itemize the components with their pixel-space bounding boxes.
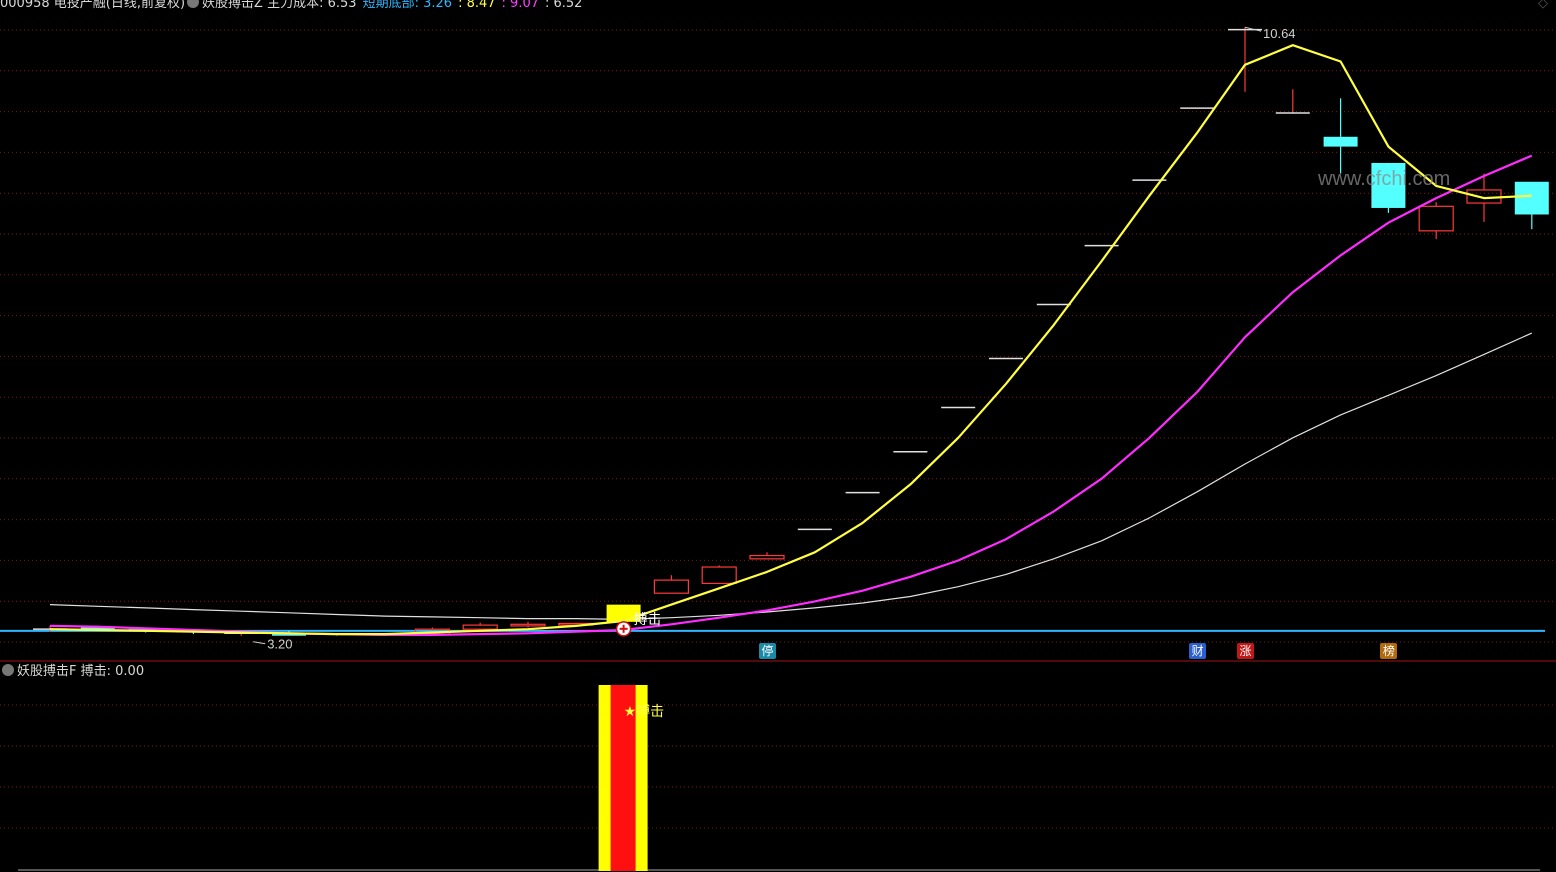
short-bottom-label: 短期底部 [362, 0, 415, 11]
ma-white-line [0, 332, 1545, 632]
candle-body [462, 624, 498, 630]
candle [1514, 181, 1549, 230]
value-magenta: : 9.07 [501, 0, 539, 11]
low-price-label: 3.20 [267, 637, 292, 652]
candle [701, 565, 737, 584]
candle [749, 552, 785, 560]
sub-indicator-label: 搏击 [80, 664, 107, 679]
candle-body [653, 579, 690, 594]
signal-label: 搏击 [634, 611, 662, 628]
value-white: : 6.52 [545, 0, 583, 11]
short-bottom-value: : 3.26 [414, 0, 453, 11]
event-tag[interactable]: 涨 [1237, 643, 1254, 659]
indicator-toggle-icon[interactable] [2, 664, 14, 676]
bottom-signal-label: ★搏击 [624, 703, 665, 720]
ma-yellow-line [49, 44, 1532, 636]
candle-body [701, 566, 737, 584]
low-pointer [253, 641, 266, 645]
candle-body [1323, 136, 1358, 147]
annotations: 10.64 3.20 搏击 [253, 26, 1296, 652]
main-cost-value: : 6.53 [319, 0, 357, 11]
main-grid [0, 29, 1556, 871]
candle-body [510, 623, 546, 627]
candle-body [749, 554, 785, 560]
watermark: www.cfchi.com [1318, 168, 1451, 190]
indicator-name[interactable]: 妖股搏击Z [202, 0, 263, 11]
candle [1275, 89, 1310, 114]
value-yellow: : 8.47 [458, 0, 496, 11]
candle [510, 621, 546, 628]
candle [1323, 98, 1358, 174]
ma-lines [49, 44, 1533, 637]
event-tag[interactable]: 财 [1189, 643, 1207, 659]
main-chart-header: 000958 电投产融(日线,前复权) 妖股搏击Z 主力成本: 6.53 短期底部:… [0, 0, 582, 11]
candle [653, 575, 690, 594]
sub-panel: ★搏击 [598, 685, 665, 871]
diamond-icon[interactable]: ◇ [1538, 0, 1548, 11]
main-cost-label: 主力成本 [267, 0, 320, 11]
candle-body [1514, 181, 1549, 215]
sub-indicator-value: : 0.00 [106, 664, 145, 679]
sub-indicator-name[interactable]: 妖股搏击F [17, 664, 76, 679]
indicator-toggle-icon[interactable] [187, 0, 200, 8]
chart-canvas: 10.64 3.20 搏击 ★搏击 [0, 26, 1556, 871]
sub-panel-header: 妖股搏击F 搏击: 0.00 [0, 664, 144, 679]
ma-white-line [49, 332, 1533, 621]
event-tag[interactable]: 榜 [1380, 643, 1398, 659]
candlestick-series [33, 27, 1549, 636]
high-price-label: 10.64 [1263, 26, 1296, 41]
symbol-title: 000958 电投产融(日线,前复权) [0, 0, 186, 11]
candle-body [1418, 205, 1454, 232]
candle [462, 622, 498, 631]
event-tag[interactable]: 停 [759, 643, 776, 659]
